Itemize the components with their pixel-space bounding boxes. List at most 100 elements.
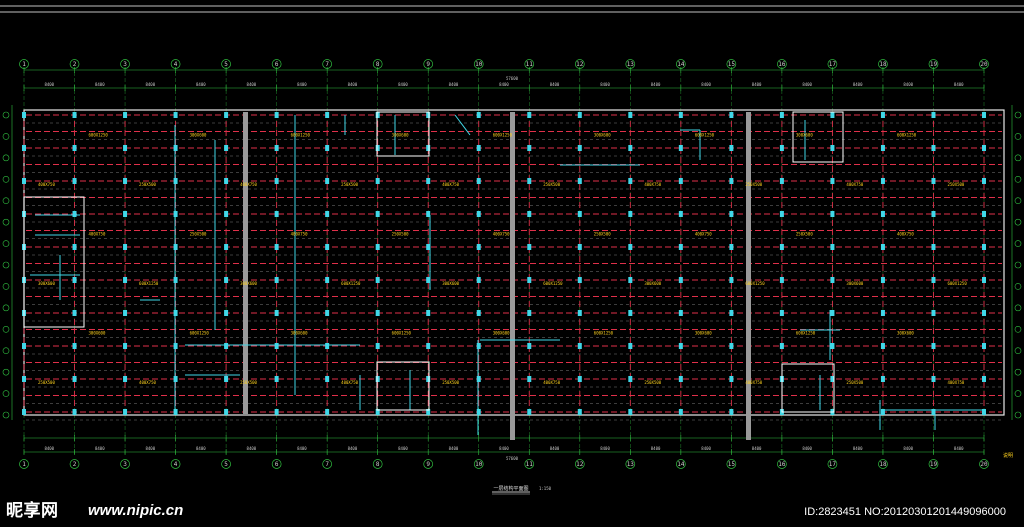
watermark-id: ID:2823451 NO:20120301201449096000 bbox=[804, 506, 1006, 518]
beam-size-label: 400X750 bbox=[745, 380, 762, 385]
column bbox=[173, 178, 178, 184]
column bbox=[729, 145, 734, 151]
column bbox=[982, 178, 986, 184]
beam-size-label: 400X750 bbox=[897, 232, 914, 237]
column bbox=[325, 376, 330, 382]
beam-size-label: 300X600 bbox=[89, 331, 106, 336]
column bbox=[982, 145, 986, 151]
beam-size-label: 600X1250 bbox=[947, 281, 967, 286]
row-bubble bbox=[2, 154, 10, 162]
column bbox=[779, 310, 784, 316]
grid-bubble-label: 12 bbox=[576, 461, 584, 468]
beam-size-label: 300X600 bbox=[190, 133, 207, 138]
column bbox=[628, 244, 633, 250]
column bbox=[931, 145, 936, 151]
column bbox=[224, 244, 229, 250]
column bbox=[880, 244, 885, 250]
beam-size-label: 300X600 bbox=[493, 331, 510, 336]
grid-bubble-label: 13 bbox=[627, 461, 635, 468]
column bbox=[729, 343, 734, 349]
column bbox=[224, 211, 229, 217]
column bbox=[880, 409, 885, 415]
column bbox=[426, 178, 431, 184]
column bbox=[779, 277, 784, 283]
column bbox=[982, 376, 986, 382]
grid-bubble-label: 19 bbox=[930, 461, 938, 468]
beam-size-label: 400X750 bbox=[442, 182, 459, 187]
column bbox=[22, 376, 26, 382]
column bbox=[224, 112, 229, 118]
column bbox=[123, 376, 128, 382]
beam-size-label: 250X500 bbox=[139, 182, 156, 187]
column bbox=[678, 376, 683, 382]
column bbox=[426, 343, 431, 349]
column bbox=[426, 244, 431, 250]
column bbox=[123, 244, 128, 250]
drawing-scale: 1:150 bbox=[539, 486, 552, 491]
column bbox=[375, 376, 380, 382]
beam-size-label: 400X750 bbox=[139, 380, 156, 385]
beam-size-label: 250X500 bbox=[846, 380, 863, 385]
column bbox=[426, 112, 431, 118]
row-bubble bbox=[1014, 218, 1022, 226]
column bbox=[274, 211, 279, 217]
grid-bubble-label: 7 bbox=[325, 61, 329, 68]
grid-bubble-label: 9 bbox=[426, 461, 430, 468]
beam-size-label: 400X750 bbox=[493, 232, 510, 237]
column bbox=[880, 178, 885, 184]
row-bubble bbox=[2, 411, 10, 419]
span-dimension-top: 8400 bbox=[701, 82, 711, 87]
column bbox=[729, 376, 734, 382]
column bbox=[527, 376, 532, 382]
beam-size-label: 600X1250 bbox=[139, 281, 159, 286]
column bbox=[779, 211, 784, 217]
column bbox=[123, 178, 128, 184]
column bbox=[628, 211, 633, 217]
column bbox=[325, 343, 330, 349]
grid-bubble-label: 10 bbox=[475, 61, 483, 68]
column bbox=[931, 211, 936, 217]
column bbox=[72, 310, 77, 316]
column bbox=[375, 244, 380, 250]
column bbox=[527, 145, 532, 151]
span-dimension-bottom: 8400 bbox=[95, 446, 105, 451]
column bbox=[375, 343, 380, 349]
beam-size-label: 400X750 bbox=[846, 182, 863, 187]
beam-size-label: 250X500 bbox=[392, 232, 409, 237]
grid-bubble-label: 20 bbox=[980, 61, 988, 68]
column bbox=[729, 277, 734, 283]
column bbox=[729, 178, 734, 184]
beam-lines bbox=[23, 112, 1002, 440]
column bbox=[830, 178, 835, 184]
column bbox=[274, 178, 279, 184]
grid-bubble-label: 18 bbox=[879, 61, 887, 68]
column bbox=[426, 310, 431, 316]
column bbox=[274, 244, 279, 250]
grid-bubble-label: 17 bbox=[829, 61, 837, 68]
span-dimension-bottom: 8400 bbox=[550, 446, 560, 451]
beam-size-label: 250X500 bbox=[38, 380, 55, 385]
column bbox=[476, 211, 481, 217]
column bbox=[72, 211, 77, 217]
column bbox=[931, 376, 936, 382]
column bbox=[426, 376, 431, 382]
row-bubble bbox=[1014, 347, 1022, 355]
column bbox=[476, 277, 481, 283]
column bbox=[325, 310, 330, 316]
span-dimension-bottom: 8400 bbox=[44, 446, 54, 451]
column bbox=[426, 277, 431, 283]
column bbox=[830, 310, 835, 316]
beam-size-label: 300X600 bbox=[291, 331, 308, 336]
span-dimension-bottom: 8400 bbox=[297, 446, 307, 451]
column bbox=[729, 310, 734, 316]
row-bubble bbox=[2, 261, 10, 269]
grid-bubble-label: 1 bbox=[22, 461, 26, 468]
column bbox=[375, 178, 380, 184]
column bbox=[931, 310, 936, 316]
grid-bubble-label: 16 bbox=[778, 461, 786, 468]
column bbox=[577, 244, 582, 250]
column bbox=[880, 376, 885, 382]
column bbox=[123, 310, 128, 316]
watermark-logo: 昵享网 bbox=[6, 501, 59, 521]
column bbox=[72, 145, 77, 151]
